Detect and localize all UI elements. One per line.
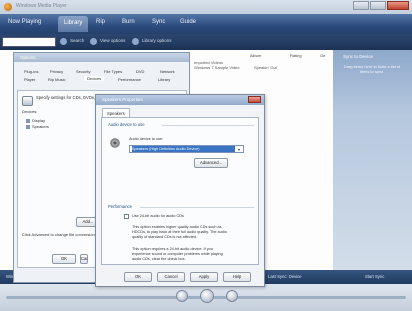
device-speakers[interactable]: Speakers xyxy=(26,124,49,129)
properties-title-bar: Speakers Properties xyxy=(96,95,264,105)
chevron-down-icon[interactable]: ▾ xyxy=(236,147,242,152)
tab-performance[interactable]: Performance xyxy=(118,77,141,82)
playback-controls xyxy=(0,284,412,311)
advanced-button[interactable]: Advanced... xyxy=(194,158,228,168)
tab-dvd[interactable]: DVD xyxy=(136,69,144,74)
row-subtitle: Windows 7 Sample Video xyxy=(194,65,240,70)
column-genre[interactable]: Ge xyxy=(320,53,325,58)
tab-guide[interactable]: Guide xyxy=(180,19,196,25)
view-options-icon[interactable] xyxy=(90,38,97,45)
tab-library-options[interactable]: Library xyxy=(158,77,170,82)
speakers-properties-dialog: Speakers Properties Speakers Audio devic… xyxy=(95,94,265,287)
status-last-sync: Last Sync: Device xyxy=(268,274,302,279)
tab-devices[interactable]: Devices xyxy=(84,76,105,81)
window-title: Windows Media Player xyxy=(16,3,67,9)
tab-sync[interactable]: Sync xyxy=(152,19,165,25)
tab-plug-ins[interactable]: Plug-ins xyxy=(24,69,38,74)
options-ok-button[interactable]: OK xyxy=(52,254,76,264)
tab-burn[interactable]: Burn xyxy=(122,19,135,25)
sync-pane: Sync to Device Drag items here to build … xyxy=(333,50,412,270)
use-24bit-label[interactable]: Use 24-bit audio for audio CDs xyxy=(132,214,184,219)
24bit-requirement: This option requires a 24-bit audio devi… xyxy=(132,247,223,261)
audio-device-group-label: Audio device to use xyxy=(108,122,145,127)
options-title-bar: Options xyxy=(14,53,189,62)
main-tab-bar: Now Playing Library Rip Burn Sync Guide xyxy=(0,14,412,34)
help-button[interactable]: Help xyxy=(223,272,251,282)
library-options-link[interactable]: Library options xyxy=(142,38,172,43)
row-album: Speakin' Out xyxy=(254,65,277,70)
tab-library[interactable]: Library xyxy=(58,16,89,32)
audio-device-select[interactable]: Speakers (High Definition Audio Device) … xyxy=(129,145,244,153)
device-display[interactable]: Display xyxy=(26,118,45,123)
devices-label: Devices: xyxy=(22,109,38,114)
maximize-button[interactable] xyxy=(370,1,386,10)
properties-title: Speakers Properties xyxy=(102,97,143,102)
device-speakers-label: Speakers xyxy=(32,124,49,129)
device-display-label: Display xyxy=(32,118,46,123)
apply-button[interactable]: Apply xyxy=(190,272,218,282)
speakers-panel: Audio device to use Audio device to use:… xyxy=(101,117,259,265)
close-button[interactable] xyxy=(387,1,409,10)
audio-device-label: Audio device to use: xyxy=(129,137,164,141)
tab-rip[interactable]: Rip xyxy=(96,19,105,25)
address-bar: Search View options Library options xyxy=(0,34,412,50)
devices-icon xyxy=(22,96,33,106)
group-divider xyxy=(162,125,254,126)
performance-group-label: Performance xyxy=(108,204,132,209)
tab-network[interactable]: Network xyxy=(160,69,175,74)
tab-security[interactable]: Security xyxy=(76,69,90,74)
speaker-icon xyxy=(110,138,120,148)
properties-cancel-button[interactable]: Cancel xyxy=(157,272,185,282)
tab-privacy[interactable]: Privacy xyxy=(50,69,63,74)
search-link[interactable]: Search xyxy=(70,38,84,43)
address-field[interactable] xyxy=(2,37,56,47)
speaker-icon xyxy=(26,124,30,129)
properties-close-button[interactable] xyxy=(248,96,261,103)
tab-now-playing[interactable]: Now Playing xyxy=(8,19,41,25)
title-bar: Windows Media Player xyxy=(0,0,412,14)
monitor-icon xyxy=(26,118,30,123)
column-rating[interactable]: Rating xyxy=(290,53,302,58)
tab-rip-music[interactable]: Rip Music xyxy=(48,77,66,82)
search-icon[interactable] xyxy=(60,38,67,45)
options-cancel-button[interactable]: Cancel xyxy=(80,254,88,264)
minimize-button[interactable] xyxy=(353,1,369,10)
next-icon[interactable] xyxy=(226,290,238,302)
sync-pane-hint: Drag items here to build a list of items… xyxy=(343,64,401,74)
sync-pane-header[interactable]: Sync to Device xyxy=(343,54,373,59)
library-options-icon[interactable] xyxy=(132,38,139,45)
tab-file-types[interactable]: File Types xyxy=(104,69,122,74)
tab-player[interactable]: Player xyxy=(24,77,35,82)
column-album[interactable]: Album xyxy=(250,53,261,58)
options-title: Options xyxy=(20,55,36,60)
previous-icon[interactable] xyxy=(176,290,188,302)
properties-ok-button[interactable]: OK xyxy=(124,272,152,282)
group-divider-2 xyxy=(140,207,254,208)
start-sync-link[interactable]: Start Sync xyxy=(365,274,384,279)
view-options-link[interactable]: View options xyxy=(100,38,125,43)
column-headers: Album Rating Ge xyxy=(190,52,333,60)
audio-device-value: Speakers (High Definition Audio Device) xyxy=(132,146,235,152)
play-icon[interactable] xyxy=(200,289,214,303)
24bit-explanation: This option enables higher quality audio… xyxy=(132,225,227,239)
app-icon xyxy=(4,3,12,11)
use-24bit-checkbox[interactable] xyxy=(124,214,129,219)
